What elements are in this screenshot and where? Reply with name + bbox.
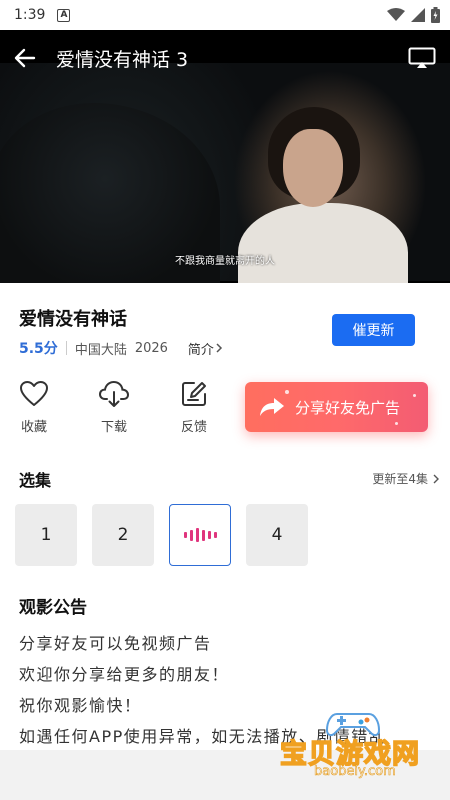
chevron-right-icon <box>216 343 222 353</box>
sparkle-dot <box>285 390 289 394</box>
share-arrow-icon <box>260 398 284 416</box>
year-label: 2026 <box>134 340 168 356</box>
episode-3-button-playing[interactable] <box>169 504 231 566</box>
watermark-logo: 宝贝游戏网 baobeiy.com <box>279 706 430 790</box>
cloud-download-icon <box>98 380 130 407</box>
cast-screen-icon[interactable] <box>408 47 436 69</box>
heart-icon <box>20 381 48 406</box>
episodes-heading: 选集 <box>19 471 52 490</box>
episode-4-button[interactable]: 4 <box>246 504 308 566</box>
urge-update-button[interactable]: 催更新 <box>332 314 415 346</box>
action-row: 收藏 下载 反馈 分享好友免广告 <box>0 378 450 448</box>
playing-indicator-icon <box>183 528 217 542</box>
intro-link[interactable]: 简介 <box>188 339 224 358</box>
download-action[interactable]: 下载 <box>94 378 134 435</box>
video-title: 爱情没有神话 3 <box>56 48 189 71</box>
video-player[interactable]: 不跟我商量就离开的人 爱情没有神话 3 <box>0 30 450 283</box>
feedback-label: 反馈 <box>180 420 207 435</box>
rating-score: 5.5分 <box>19 341 58 357</box>
favorite-label: 收藏 <box>20 420 47 435</box>
video-top-bar: 爱情没有神话 3 <box>0 30 450 86</box>
status-time: 1:39 <box>14 7 46 23</box>
notice-line: 分享好友可以免视频广告 <box>19 634 212 653</box>
episode-list: 1 2 4 <box>15 504 308 566</box>
meta-divider <box>65 341 67 355</box>
video-figure-body <box>238 203 408 283</box>
update-status-link[interactable]: 更新至4集 <box>372 470 440 487</box>
intro-label: 简介 <box>187 342 214 358</box>
download-label: 下载 <box>100 420 127 435</box>
signal-icon <box>411 8 425 22</box>
update-status-label: 更新至4集 <box>372 472 428 486</box>
feedback-action[interactable]: 反馈 <box>174 378 214 435</box>
battery-icon <box>431 7 440 23</box>
notification-a-icon: A <box>57 8 71 22</box>
edit-feedback-icon <box>182 382 206 406</box>
video-subtitle: 不跟我商量就离开的人 <box>175 256 275 267</box>
drama-title: 爱情没有神话 <box>19 309 127 330</box>
episode-2-button[interactable]: 2 <box>92 504 154 566</box>
status-bar: 1:39 A <box>0 0 450 30</box>
chevron-right-icon <box>433 474 439 483</box>
watermark-url: baobeiy.com <box>314 764 396 780</box>
sparkle-dot <box>395 422 398 425</box>
notice-title: 观影公告 <box>19 598 87 618</box>
back-arrow-icon[interactable] <box>14 48 36 68</box>
share-label: 分享好友免广告 <box>295 398 401 417</box>
favorite-action[interactable]: 收藏 <box>14 378 54 435</box>
sparkle-dot <box>413 394 416 397</box>
drama-meta: 5.5分 中国大陆 2026 简介 <box>19 338 224 358</box>
share-friends-button[interactable]: 分享好友免广告 <box>245 382 428 432</box>
video-frame[interactable] <box>0 63 450 283</box>
wifi-icon <box>387 8 405 21</box>
region-label: 中国大陆 <box>74 342 127 358</box>
video-figure-face <box>283 129 343 207</box>
notice-line: 欢迎你分享给更多的朋友！ <box>19 665 230 684</box>
episode-1-button[interactable]: 1 <box>15 504 77 566</box>
